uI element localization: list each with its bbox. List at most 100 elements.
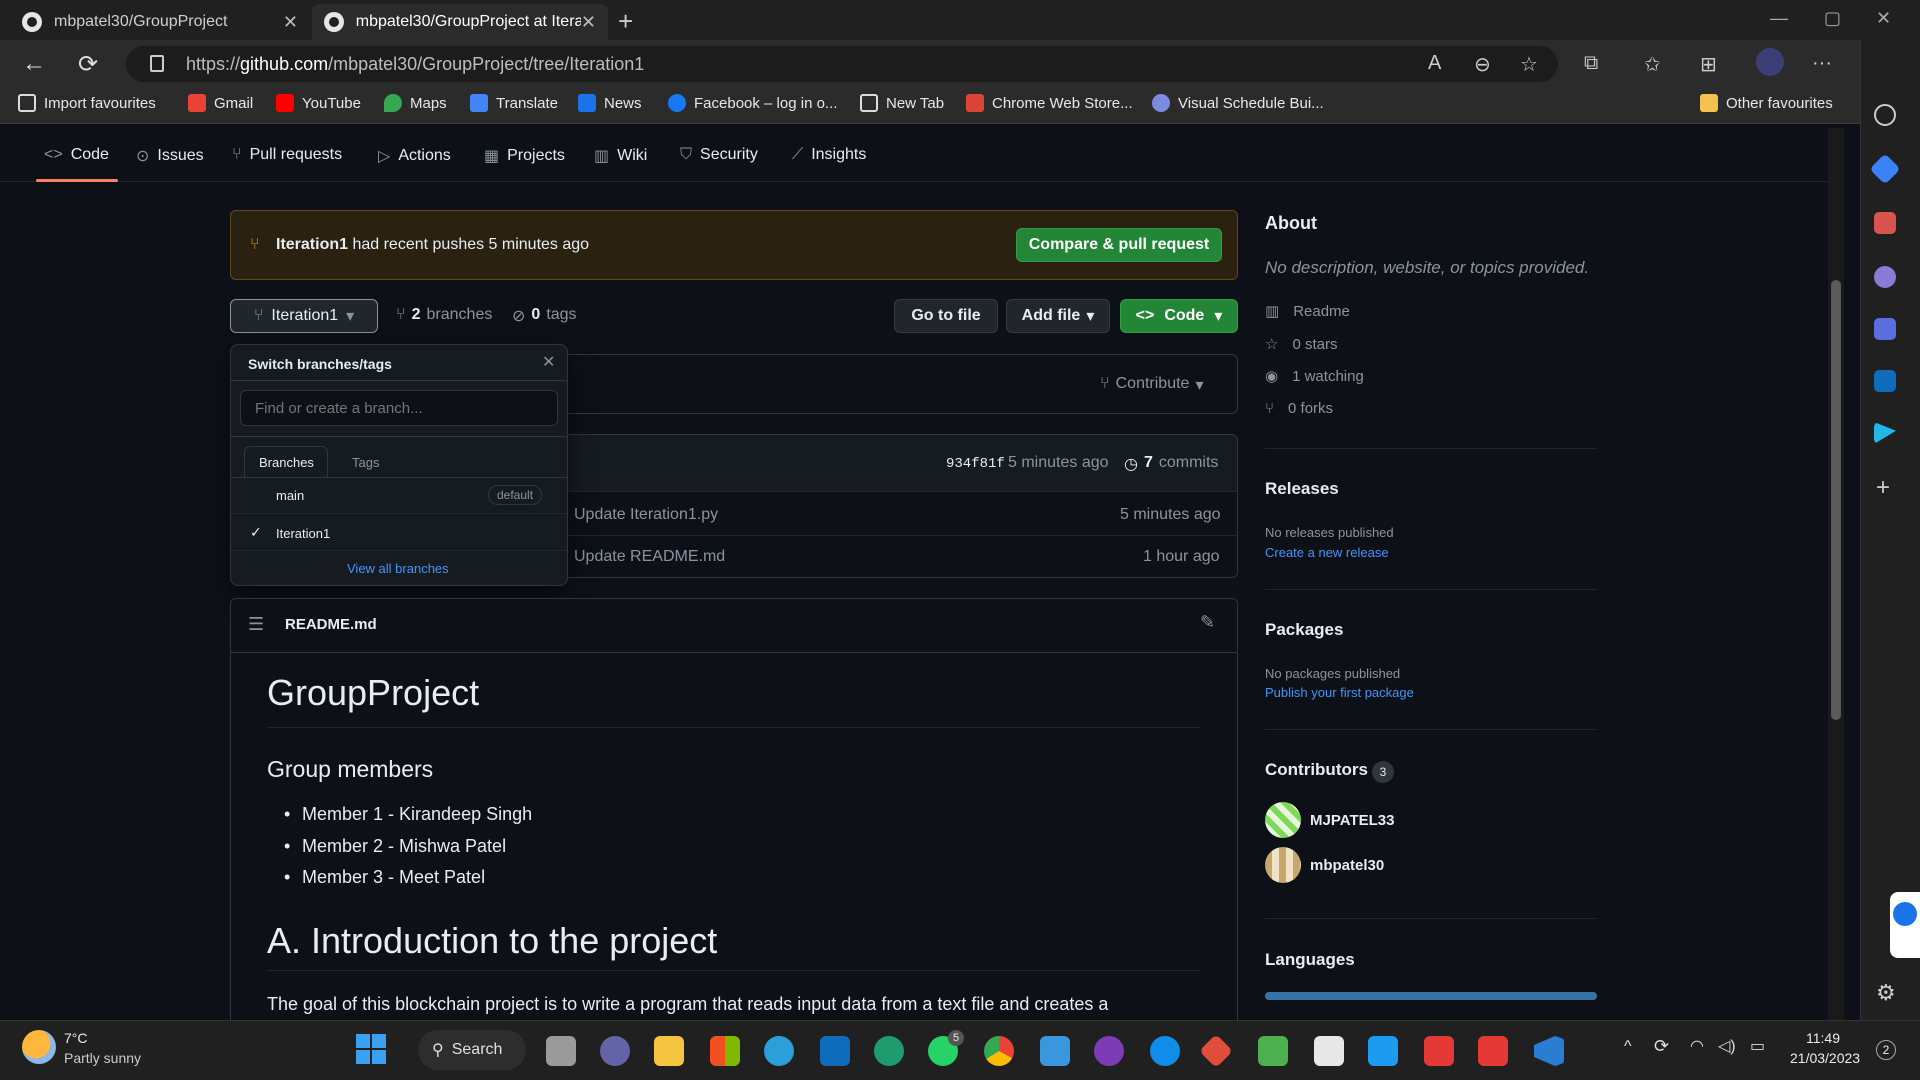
minimize-icon[interactable]: — (1770, 8, 1788, 29)
branches-link[interactable]: ⑂ 2 branches (396, 306, 492, 324)
weather-desc[interactable]: Partly sunny (64, 1050, 141, 1066)
tab-security[interactable]: ⛉ Security (680, 146, 758, 164)
tools-icon[interactable] (1874, 212, 1896, 234)
create-release-link[interactable]: Create a new release (1265, 545, 1389, 560)
new-tab-button[interactable]: + (618, 6, 633, 37)
view-all-branches-link[interactable]: View all branches (347, 561, 449, 576)
address-bar[interactable]: https://github.com/mbpatel30/GroupProjec… (126, 46, 1558, 82)
teamviewer-icon[interactable] (1150, 1036, 1180, 1066)
file-commit-message[interactable]: Update Iteration1.py (574, 506, 718, 524)
readme-filename[interactable]: README.md (285, 616, 377, 633)
other-favourites[interactable]: Other favourites (1700, 94, 1833, 112)
tab-insights[interactable]: ⟋ Insights (792, 146, 866, 164)
zoom-icon[interactable]: ⊖ (1474, 52, 1491, 77)
tab-code[interactable]: <> Code (44, 146, 109, 164)
commit-sha[interactable]: 934f81f (946, 456, 1005, 472)
tab-issues[interactable]: ⊙ Issues (136, 146, 204, 166)
scrollbar-thumb[interactable] (1831, 280, 1841, 720)
edit-pencil-icon[interactable]: ✎ (1200, 612, 1215, 633)
games-icon[interactable] (1874, 266, 1896, 288)
notepad-icon[interactable] (1040, 1036, 1070, 1066)
microsoft-store-icon[interactable] (710, 1036, 740, 1066)
chevron-up-icon[interactable]: ^ (1624, 1038, 1632, 1056)
chrome-icon[interactable] (984, 1036, 1014, 1066)
wifi-icon[interactable]: ◠ (1690, 1036, 1704, 1056)
sync-icon[interactable]: ⟳ (1654, 1036, 1669, 1057)
edge-icon[interactable] (764, 1036, 794, 1066)
favourite-maps[interactable]: Maps (384, 94, 447, 112)
add-sidebar-icon[interactable]: + (1876, 474, 1890, 502)
task-view-icon[interactable] (546, 1036, 576, 1066)
read-aloud-icon[interactable]: A (1428, 52, 1441, 75)
search-icon[interactable] (1874, 104, 1896, 126)
outlook-icon[interactable] (1874, 370, 1896, 392)
outline-icon[interactable]: ☰ (248, 614, 264, 635)
favourites-icon[interactable]: ✩ (1644, 52, 1661, 77)
close-window-icon[interactable]: ✕ (1876, 8, 1891, 29)
favourite-news[interactable]: News (578, 94, 642, 112)
favourite-youtube[interactable]: YouTube (276, 94, 361, 112)
back-arrow-icon[interactable]: ← (22, 50, 46, 78)
teams-icon[interactable] (600, 1036, 630, 1066)
branch-filter-input[interactable] (240, 390, 558, 426)
compare-pull-request-button[interactable]: Compare & pull request (1016, 228, 1222, 262)
publish-package-link[interactable]: Publish your first package (1265, 685, 1414, 700)
browser-tab-2[interactable]: mbpatel30/GroupProject at Itera ✕ (312, 4, 608, 40)
teamviewer-panel[interactable] (1890, 892, 1920, 958)
weather-temp[interactable]: 7°C (64, 1030, 88, 1046)
favourite-import[interactable]: Import favourites (18, 94, 156, 112)
forks-link[interactable]: ⑂ 0 forks (1265, 400, 1333, 417)
upwork-icon[interactable] (874, 1036, 904, 1066)
extensions-icon[interactable]: ⧉ (1584, 52, 1598, 75)
mail-icon[interactable] (820, 1036, 850, 1066)
favourite-translate[interactable]: Translate (470, 94, 558, 112)
close-icon[interactable]: ✕ (542, 352, 555, 372)
weather-icon[interactable] (22, 1030, 56, 1064)
contribute-button[interactable]: ⑂ Contribute ▾ (1100, 375, 1203, 395)
collections-icon[interactable]: ⊞ (1700, 52, 1717, 77)
watching-link[interactable]: ◉ 1 watching (1265, 367, 1364, 386)
go-to-file-button[interactable]: Go to file (894, 299, 998, 333)
branch-item-main[interactable]: main (276, 488, 304, 503)
app-icon[interactable] (1258, 1036, 1288, 1066)
profile-avatar[interactable] (1756, 48, 1784, 76)
stars-link[interactable]: ☆ 0 stars (1265, 335, 1337, 354)
more-menu-icon[interactable]: ··· (1812, 52, 1832, 75)
github-desktop-icon[interactable] (1094, 1036, 1124, 1066)
favourite-gmail[interactable]: Gmail (188, 94, 253, 112)
windows-start-icon[interactable] (356, 1034, 386, 1064)
commits-link[interactable]: ◷ 7 commits (1124, 454, 1218, 474)
anydesk-icon[interactable] (1478, 1036, 1508, 1066)
packages-heading[interactable]: Packages (1265, 620, 1343, 640)
lock-icon[interactable] (150, 55, 164, 72)
taskbar-search[interactable]: ⚲ Search (418, 1030, 526, 1070)
clock-time[interactable]: 11:49 (1806, 1030, 1840, 1046)
releases-heading[interactable]: Releases (1265, 479, 1339, 499)
tab-pull-requests[interactable]: ⑂ Pull requests (232, 146, 342, 164)
tab-wiki[interactable]: ▥ Wiki (594, 146, 647, 166)
snipping-tool-icon[interactable] (1314, 1036, 1344, 1066)
clock-date[interactable]: 21/03/2023 (1790, 1050, 1860, 1066)
notification-badge[interactable]: 2 (1876, 1040, 1896, 1060)
add-favourite-icon[interactable]: ☆ (1520, 52, 1538, 77)
readme-link[interactable]: ▥ Readme (1265, 302, 1350, 321)
contributors-heading[interactable]: Contributors (1265, 760, 1368, 780)
code-button[interactable]: <> Code ▾ (1120, 299, 1238, 333)
virtualbox-icon[interactable] (1368, 1036, 1398, 1066)
file-explorer-icon[interactable] (654, 1036, 684, 1066)
avatar[interactable] (1265, 802, 1301, 838)
close-tab-icon[interactable]: ✕ (283, 12, 298, 33)
tab-projects[interactable]: ▦ Projects (484, 146, 565, 166)
tags-link[interactable]: ⊘ 0 tags (512, 306, 577, 326)
avatar[interactable] (1265, 847, 1301, 883)
favourite-visual-schedule[interactable]: Visual Schedule Bui... (1152, 94, 1324, 112)
close-tab-icon[interactable]: ✕ (581, 12, 596, 33)
refresh-icon[interactable]: ⟳ (78, 50, 98, 79)
maximize-icon[interactable]: ▢ (1824, 8, 1841, 29)
favourite-facebook[interactable]: Facebook – log in o... (668, 94, 837, 112)
contributor-name[interactable]: MJPATEL33 (1310, 812, 1394, 829)
branch-select-button[interactable]: ⑂ Iteration1 ▾ (230, 299, 378, 333)
favourite-new-tab[interactable]: New Tab (860, 94, 944, 112)
file-commit-message[interactable]: Update README.md (574, 548, 725, 566)
settings-gear-icon[interactable]: ⚙ (1876, 980, 1896, 1006)
